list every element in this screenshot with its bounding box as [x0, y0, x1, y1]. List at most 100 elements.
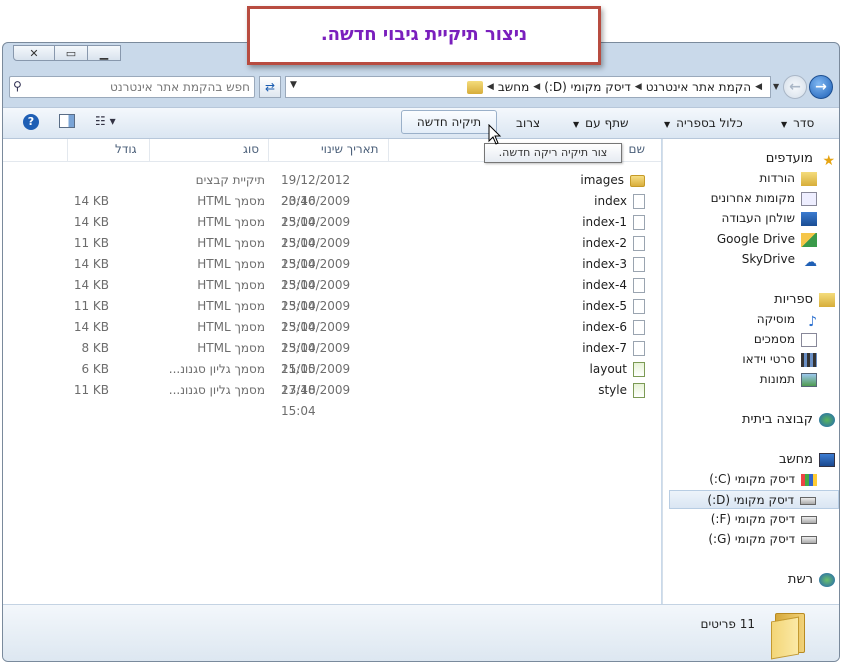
share-with-button[interactable]: שתף עם ▼: [573, 113, 629, 133]
nav-libraries[interactable]: ספריות: [669, 290, 839, 309]
details-pane: 11 פריטים: [3, 604, 839, 661]
table-row[interactable]: style 23/10/2009 15:04 מסמך גליון סגנונ...…: [3, 380, 661, 418]
stylesheet-file-icon: [633, 362, 645, 377]
preview-pane-icon[interactable]: [59, 114, 75, 128]
column-name[interactable]: שם: [629, 142, 645, 156]
search-input[interactable]: [28, 79, 250, 95]
address-dropdown-icon[interactable]: ▼: [290, 80, 297, 90]
organize-label: סדר: [793, 116, 815, 130]
table-row[interactable]: images 19/12/2012 20:46 תיקיית קבצים: [3, 170, 661, 208]
breadcrumb-current-folder[interactable]: הקמת אתר אינטרנט: [646, 80, 751, 94]
file-size: 11 KB: [73, 383, 109, 397]
mouse-cursor-icon: [488, 124, 502, 145]
nav-downloads[interactable]: הורדות: [669, 169, 839, 188]
column-date[interactable]: תאריך שינוי: [321, 142, 379, 156]
table-row[interactable]: layout 21/10/2009 17:48 מסמך גליון סגנונ..…: [3, 359, 661, 397]
column-type[interactable]: סוג: [243, 142, 259, 156]
address-field[interactable]: ▼ ◀ מחשב ◀ דיסק מקומי (D:) ◀ הקמת אתר אי…: [285, 76, 771, 98]
file-name[interactable]: layout: [590, 359, 645, 380]
nav-favorites[interactable]: ★ מועדפים: [669, 149, 839, 169]
back-button[interactable]: →: [809, 75, 833, 99]
table-row[interactable]: index-1 23/10/2009 15:04 מסמך HTML 14 KB: [3, 212, 661, 250]
table-row[interactable]: index-6 23/10/2009 15:04 מסמך HTML 14 KB: [3, 317, 661, 355]
new-folder-button[interactable]: תיקיה חדשה: [401, 110, 497, 134]
chevron-icon[interactable]: ◀: [635, 82, 642, 92]
close-button[interactable]: ✕: [13, 45, 55, 61]
chevron-icon[interactable]: ◀: [533, 82, 540, 92]
column-divider[interactable]: [268, 139, 269, 161]
maximize-icon: ▭: [65, 46, 77, 60]
html-file-icon: [633, 278, 645, 293]
file-name[interactable]: index-7: [582, 338, 645, 359]
drive-icon: [801, 515, 817, 524]
nav-drive-g[interactable]: דיסק מקומי (G:): [669, 530, 839, 549]
nav-label: SkyDrive: [741, 252, 795, 266]
nav-label: קבוצה ביתית: [741, 412, 813, 427]
html-file-icon: [633, 320, 645, 335]
nav-drive-d[interactable]: דיסק מקומי (D:): [669, 490, 839, 509]
forward-button[interactable]: ←: [783, 75, 807, 99]
network-icon: [819, 572, 835, 587]
recent-pages-icon[interactable]: ▼: [773, 82, 779, 91]
search-box[interactable]: ⚲: [9, 76, 255, 98]
nav-music[interactable]: ♪ מוסיקה: [669, 310, 839, 330]
help-icon[interactable]: ?: [23, 114, 39, 130]
pictures-icon: [801, 372, 817, 387]
file-type: מסמך גליון סגנונ...: [168, 383, 265, 397]
file-name[interactable]: index-1: [582, 212, 645, 233]
file-name[interactable]: index-3: [582, 254, 645, 275]
change-view-icon[interactable]: ☷ ▾: [95, 114, 116, 128]
nav-label: מסמכים: [753, 332, 795, 346]
organize-button[interactable]: סדר ▼: [781, 113, 814, 133]
nav-computer[interactable]: מחשב: [669, 450, 839, 469]
nav-skydrive[interactable]: ☁ SkyDrive: [669, 250, 839, 270]
breadcrumb-computer[interactable]: מחשב: [498, 80, 529, 94]
include-in-library-button[interactable]: כלול בספריה ▼: [664, 113, 743, 133]
minimize-icon: ▁: [99, 46, 109, 60]
table-row[interactable]: index-7 23/10/2009 15:05 מסמך HTML 8 KB: [3, 338, 661, 376]
chevron-icon[interactable]: ◀: [755, 82, 762, 92]
file-name[interactable]: style: [598, 380, 645, 401]
file-name[interactable]: index-4: [582, 275, 645, 296]
chevron-icon[interactable]: ◀: [487, 82, 494, 92]
file-name[interactable]: index-5: [582, 296, 645, 317]
table-row[interactable]: index-2 23/10/2009 15:04 מסמך HTML 11 KB: [3, 233, 661, 271]
column-size[interactable]: גודל: [115, 142, 137, 156]
nav-network[interactable]: רשת: [669, 570, 839, 589]
refresh-button[interactable]: ⇄: [259, 76, 281, 98]
nav-videos[interactable]: סרטי וידאו: [669, 350, 839, 369]
minimize-button[interactable]: ▁: [87, 45, 121, 61]
file-name[interactable]: index: [594, 191, 645, 212]
nav-homegroup[interactable]: קבוצה ביתית: [669, 410, 839, 429]
nav-label: דיסק מקומי (D:): [707, 493, 794, 507]
navigation-pane: ★ מועדפים הורדות מקומות אחרונים שולחן העב…: [662, 139, 839, 605]
maximize-button[interactable]: ▭: [54, 45, 88, 61]
file-name[interactable]: index-6: [582, 317, 645, 338]
column-divider[interactable]: [67, 139, 68, 161]
nav-documents[interactable]: מסמכים: [669, 330, 839, 349]
file-name[interactable]: index-2: [582, 233, 645, 254]
nav-drive-c[interactable]: דיסק מקומי (C:): [669, 470, 839, 489]
nav-drive-f[interactable]: דיסק מקומי (F:): [669, 510, 839, 529]
nav-google-drive[interactable]: Google Drive: [669, 230, 839, 249]
html-file-icon: [633, 194, 645, 209]
nav-label: רשת: [787, 572, 813, 587]
file-name-text: index: [594, 194, 627, 208]
file-list: שם תאריך שינוי סוג גודל images 19/12/2012…: [3, 139, 661, 605]
nav-desktop[interactable]: שולחן העבודה: [669, 209, 839, 228]
file-name[interactable]: images: [580, 170, 645, 191]
table-row[interactable]: index-3 23/10/2009 15:04 מסמך HTML 14 KB: [3, 254, 661, 292]
html-file-icon: [633, 236, 645, 251]
file-type: מסמך HTML: [197, 341, 265, 355]
nav-pictures[interactable]: תמונות: [669, 370, 839, 389]
column-divider[interactable]: [149, 139, 150, 161]
file-size: 8 KB: [81, 341, 109, 355]
nav-recent-places[interactable]: מקומות אחרונים: [669, 189, 839, 208]
table-row[interactable]: index-5 23/10/2009 15:04 מסמך HTML 11 KB: [3, 296, 661, 334]
table-row[interactable]: index 23/10/2009 15:04 מסמך HTML 14 KB: [3, 191, 661, 229]
burn-button[interactable]: צרוב: [516, 113, 540, 133]
table-row[interactable]: index-4 23/10/2009 15:04 מסמך HTML 14 KB: [3, 275, 661, 313]
breadcrumb-drive-d[interactable]: דיסק מקומי (D:): [544, 80, 631, 94]
column-divider[interactable]: [388, 139, 389, 161]
arrow-left-icon: ←: [789, 79, 801, 95]
